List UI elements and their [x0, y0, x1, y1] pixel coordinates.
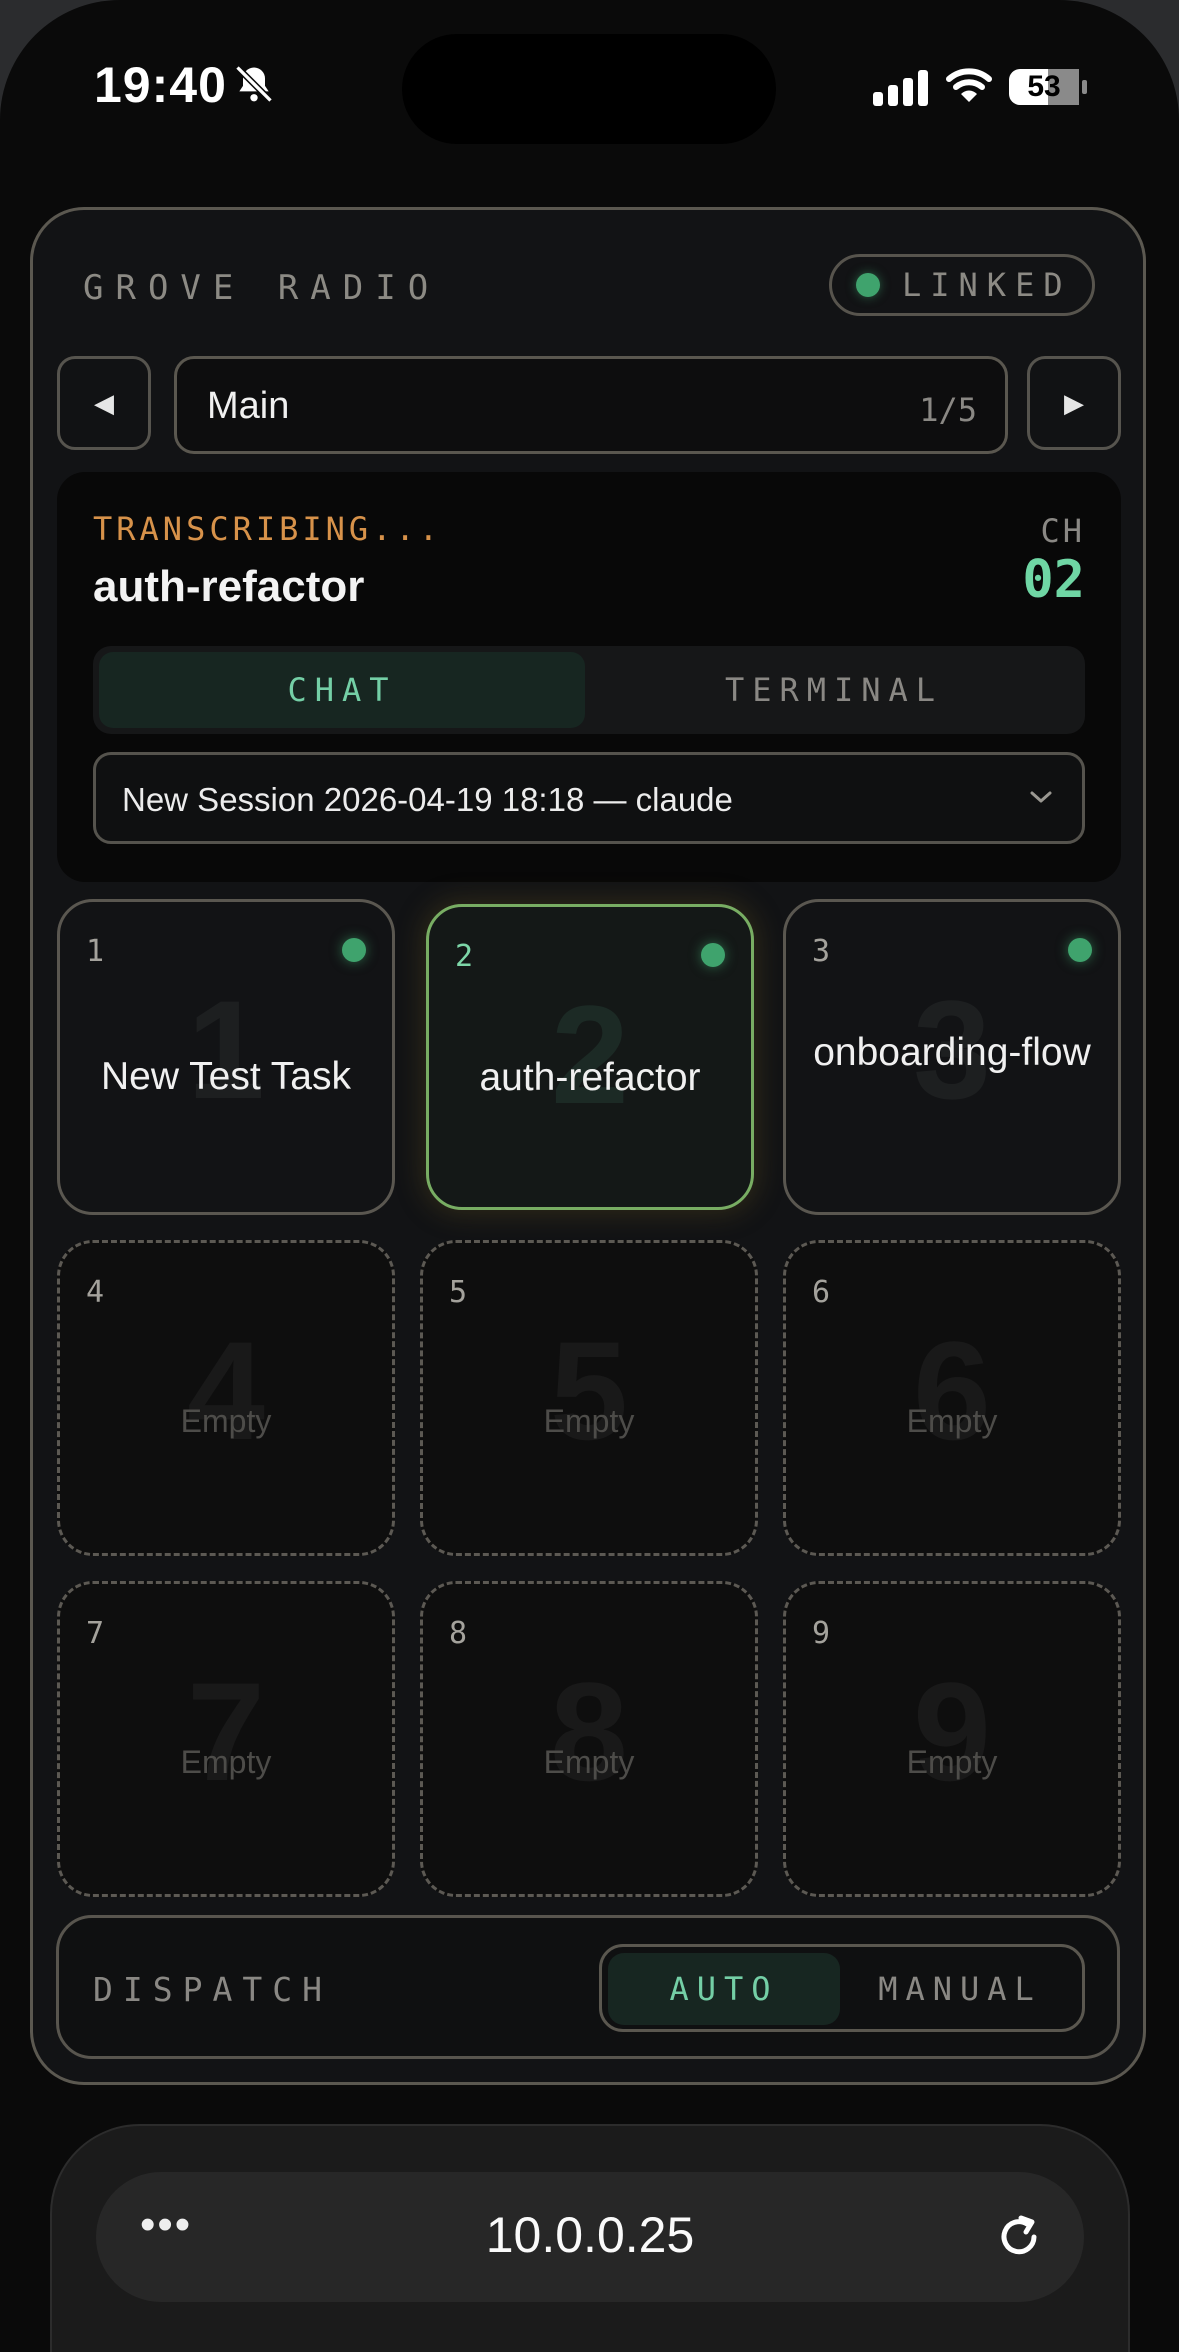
- slot-watermark: 7: [187, 1653, 265, 1810]
- browser-toolbar: ••• 10.0.0.25: [50, 2124, 1130, 2352]
- slot-4[interactable]: 4 4 Empty: [57, 1240, 395, 1556]
- slot-5[interactable]: 5 5 Empty: [420, 1240, 758, 1556]
- app-title: GROVE RADIO: [83, 268, 441, 308]
- dispatch-panel: DISPATCH AUTO MANUAL: [56, 1915, 1120, 2059]
- dynamic-island: [402, 34, 776, 144]
- page-name: Main: [207, 385, 290, 427]
- slot-status-dot: [701, 943, 725, 967]
- slot-3[interactable]: 3 3 onboarding-flow: [783, 899, 1121, 1215]
- slot-number: 3: [812, 934, 831, 969]
- dispatch-mode-toggle: AUTO MANUAL: [599, 1944, 1085, 2032]
- battery-level: 53: [1027, 70, 1061, 103]
- wifi-icon: [946, 68, 992, 102]
- slot-number: 1: [86, 934, 105, 969]
- slot-7[interactable]: 7 7 Empty: [57, 1581, 395, 1897]
- slot-number: 4: [86, 1275, 105, 1310]
- slot-2[interactable]: 2 2 auth-refactor: [426, 904, 754, 1210]
- page-selector[interactable]: Main 1/5: [174, 356, 1008, 454]
- slot-number: 7: [86, 1616, 105, 1651]
- slot-number: 2: [455, 939, 474, 974]
- link-status-label: LINKED: [902, 266, 1072, 304]
- slot-empty-label: Empty: [543, 1744, 635, 1780]
- session-select[interactable]: New Session 2026-04-19 18:18 — claude: [93, 752, 1085, 844]
- mode-manual-button[interactable]: MANUAL: [840, 1953, 1080, 2025]
- mode-auto-button[interactable]: AUTO: [608, 1953, 840, 2025]
- tab-chat[interactable]: CHAT: [99, 652, 585, 728]
- channel-number: 02: [1022, 550, 1085, 610]
- slot-9[interactable]: 9 9 Empty: [783, 1581, 1121, 1897]
- slot-8[interactable]: 8 8 Empty: [420, 1581, 758, 1897]
- slot-watermark: 9: [913, 1653, 991, 1810]
- session-task-name: auth-refactor: [93, 562, 365, 611]
- slot-watermark: 4: [187, 1312, 265, 1469]
- phone-screen: 19:40 53 GROVE RADIO LINKED ◀ Main 1/5 ▶…: [0, 0, 1179, 2352]
- dispatch-label: DISPATCH: [93, 1970, 332, 2009]
- channel-label: CH: [1040, 512, 1085, 550]
- chevron-down-icon: [1030, 791, 1052, 803]
- slot-status-dot: [342, 938, 366, 962]
- session-panel: TRANSCRIBING... auth-refactor CH 02 CHAT…: [57, 472, 1121, 882]
- page-counter: 1/5: [919, 391, 977, 429]
- bell-muted-icon: [235, 65, 273, 103]
- slot-number: 9: [812, 1616, 831, 1651]
- slot-status-dot: [1068, 938, 1092, 962]
- slot-6[interactable]: 6 6 Empty: [783, 1240, 1121, 1556]
- slot-number: 6: [812, 1275, 831, 1310]
- slot-watermark: 6: [913, 1312, 991, 1469]
- slot-empty-label: Empty: [543, 1403, 635, 1439]
- status-time: 19:40: [94, 57, 227, 113]
- tab-terminal[interactable]: TERMINAL: [591, 652, 1077, 728]
- address-bar[interactable]: ••• 10.0.0.25: [96, 2172, 1084, 2302]
- battery-indicator: 53: [1008, 68, 1088, 106]
- next-page-button[interactable]: ▶: [1027, 356, 1121, 450]
- url-text: 10.0.0.25: [485, 2207, 695, 2263]
- slot-number: 5: [449, 1275, 468, 1310]
- slot-number: 8: [449, 1616, 468, 1651]
- slot-empty-label: Empty: [180, 1744, 272, 1780]
- slot-label: New Test Task: [101, 1055, 351, 1098]
- cellular-signal-icon: [873, 70, 928, 106]
- slot-label: auth-refactor: [479, 1056, 701, 1099]
- reload-icon[interactable]: [994, 2212, 1044, 2262]
- session-state: TRANSCRIBING...: [93, 510, 442, 548]
- slot-empty-label: Empty: [180, 1403, 272, 1439]
- link-status-badge: LINKED: [829, 254, 1095, 316]
- slot-watermark: 8: [550, 1653, 628, 1810]
- slot-1[interactable]: 1 1 New Test Task: [57, 899, 395, 1215]
- slot-empty-label: Empty: [906, 1744, 998, 1780]
- view-toggle: CHAT TERMINAL: [93, 646, 1085, 734]
- prev-page-button[interactable]: ◀: [57, 356, 151, 450]
- slot-watermark: 5: [550, 1312, 628, 1469]
- slot-empty-label: Empty: [906, 1403, 998, 1439]
- slot-label: onboarding-flow: [813, 1031, 1091, 1074]
- session-select-value: New Session 2026-04-19 18:18 — claude: [122, 781, 733, 818]
- link-status-dot: [856, 273, 880, 297]
